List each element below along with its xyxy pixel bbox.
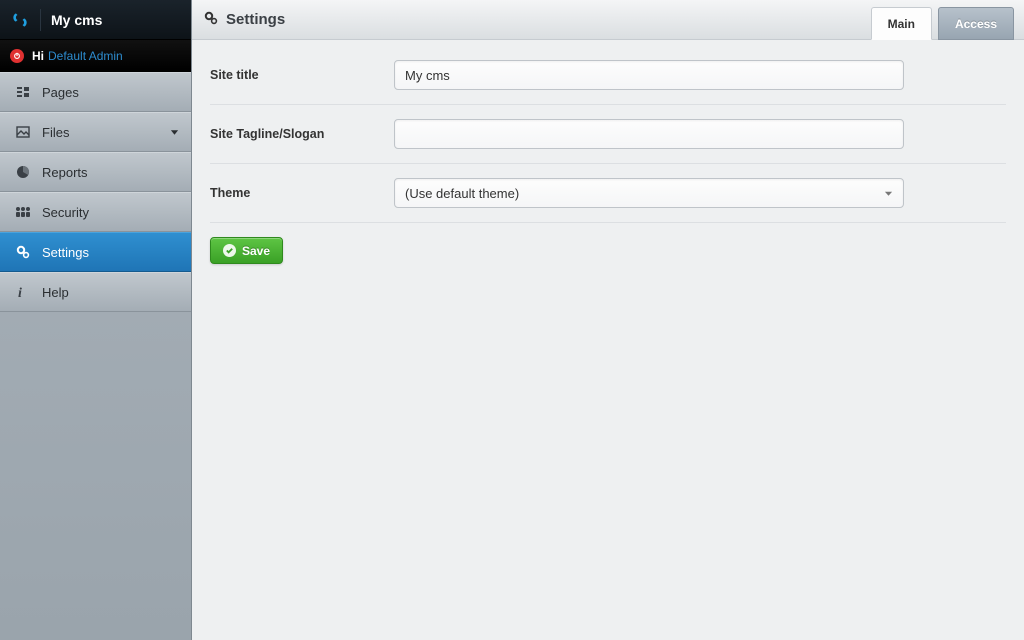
branding-divider: [40, 9, 41, 31]
sidebar-item-files[interactable]: Files: [0, 112, 191, 152]
settings-icon: [204, 11, 218, 28]
reports-icon: [14, 165, 32, 179]
settings-icon: [14, 245, 32, 259]
label-site-title: Site title: [210, 68, 394, 82]
greeting-user-link[interactable]: Default Admin: [48, 49, 123, 63]
topbar: Settings Main Access: [192, 0, 1024, 40]
security-icon: [14, 205, 32, 219]
sidebar: My cms Hi Default Admin Pages Files: [0, 0, 192, 640]
check-icon: [223, 244, 236, 257]
page-title: Settings: [226, 11, 285, 28]
tagline-input[interactable]: [394, 119, 904, 149]
theme-select[interactable]: (Use default theme): [394, 178, 904, 208]
chevron-down-icon: [884, 186, 893, 201]
sidebar-item-security[interactable]: Security: [0, 192, 191, 232]
sidebar-item-reports[interactable]: Reports: [0, 152, 191, 192]
greeting-bar: Hi Default Admin: [0, 40, 191, 72]
save-button[interactable]: Save: [210, 237, 283, 264]
sidebar-item-label: Reports: [42, 165, 88, 180]
row-tagline: Site Tagline/Slogan: [210, 105, 1006, 164]
label-tagline: Site Tagline/Slogan: [210, 127, 394, 141]
tab-main[interactable]: Main: [871, 7, 932, 40]
help-icon: i: [14, 285, 32, 299]
files-icon: [14, 125, 32, 139]
tab-label: Main: [888, 17, 915, 31]
branding: My cms: [0, 0, 191, 40]
logo-icon: [10, 10, 30, 30]
pages-icon: [14, 85, 32, 99]
sidebar-nav: Pages Files Reports: [0, 72, 191, 640]
tabs: Main Access: [871, 7, 1024, 40]
chevron-down-icon: [170, 125, 179, 140]
brand-title: My cms: [51, 12, 102, 28]
sidebar-item-label: Help: [42, 285, 69, 300]
tab-access[interactable]: Access: [938, 7, 1014, 40]
row-theme: Theme (Use default theme): [210, 164, 1006, 223]
sidebar-item-label: Pages: [42, 85, 79, 100]
sidebar-item-help[interactable]: i Help: [0, 272, 191, 312]
sidebar-item-settings[interactable]: Settings: [0, 232, 191, 272]
row-site-title: Site title: [210, 54, 1006, 105]
greeting-hi: Hi: [32, 49, 44, 63]
tab-label: Access: [955, 17, 997, 31]
sidebar-item-label: Security: [42, 205, 89, 220]
sidebar-item-label: Settings: [42, 245, 89, 260]
sidebar-item-pages[interactable]: Pages: [0, 72, 191, 112]
content: Site title Site Tagline/Slogan Theme (Us…: [192, 40, 1024, 640]
main: Settings Main Access Site title Site Tag…: [192, 0, 1024, 640]
label-theme: Theme: [210, 186, 394, 200]
theme-select-value: (Use default theme): [405, 186, 519, 201]
power-icon[interactable]: [10, 49, 24, 63]
sidebar-item-label: Files: [42, 125, 69, 140]
save-button-label: Save: [242, 244, 270, 258]
site-title-input[interactable]: [394, 60, 904, 90]
actions: Save: [210, 223, 1006, 264]
svg-text:i: i: [18, 286, 22, 299]
